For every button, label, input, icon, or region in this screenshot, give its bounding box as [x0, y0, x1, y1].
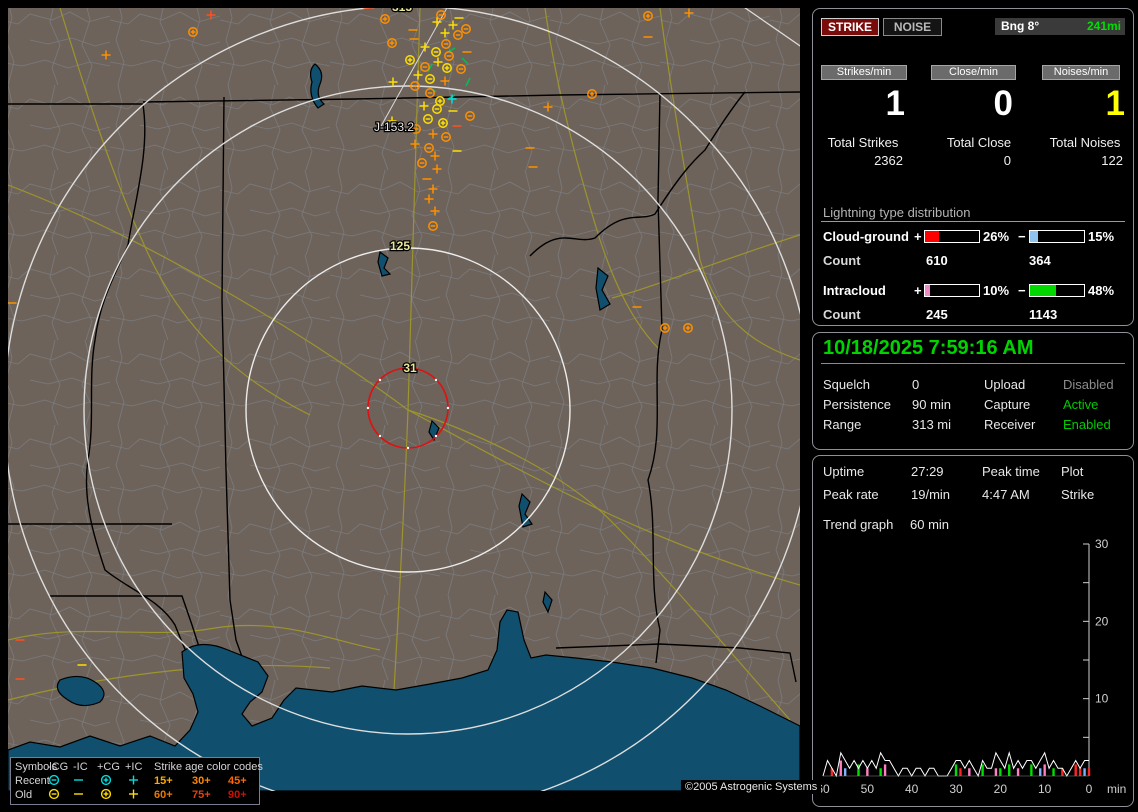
cg-positive-count: 610	[926, 253, 948, 268]
capture-status: Active	[1063, 397, 1099, 412]
squelch-value: 0	[912, 377, 920, 392]
cloud-ground-label: Cloud-ground	[823, 229, 909, 244]
legend-age-15: 15+	[154, 775, 173, 787]
svg-text:30: 30	[949, 782, 963, 796]
legend-age-90: 90+	[228, 789, 247, 801]
persistence-label: Persistence	[823, 397, 891, 412]
upload-status: Disabled	[1063, 377, 1114, 392]
ring-label-125: 125	[390, 239, 410, 253]
svg-text:30: 30	[1095, 537, 1109, 551]
trend-graph-label: Trend graph	[823, 517, 894, 532]
copyright-text: ©2005 Astrogenic Systems	[681, 780, 822, 794]
trend-graph: 30201060 50 40 30 20 10 0 min	[816, 537, 1126, 796]
legend-col-pos-ic: +IC	[125, 761, 143, 773]
legend-symbol-glyphs	[48, 774, 138, 800]
cg-positive-pct: 26%	[983, 229, 1010, 244]
legend-old-label: Old	[15, 789, 33, 801]
ic-positive-pct: 10%	[983, 283, 1010, 298]
squelch-label: Squelch	[823, 377, 870, 392]
ic-negative-pct: 48%	[1088, 283, 1115, 298]
ic-negative-bar	[1029, 284, 1085, 297]
ic-negative-count: 1143	[1029, 307, 1058, 322]
svg-text:20: 20	[994, 782, 1008, 796]
ring-label-313: 313	[392, 8, 412, 14]
total-noises-label: Total Noises	[1049, 135, 1121, 150]
stats-panel: STRIKE NOISE Bng 8° 241mi Strikes/min Cl…	[812, 8, 1134, 326]
receiver-status: Enabled	[1063, 417, 1111, 432]
minus-sign: −	[1018, 229, 1026, 244]
uptime-label: Uptime	[823, 464, 865, 479]
legend-col-neg-cg: -CG	[48, 761, 69, 773]
bearing-display: Bng 8° 241mi	[995, 18, 1125, 35]
minus-sign: −	[1018, 283, 1026, 298]
capture-label: Capture	[984, 397, 1031, 412]
legend-age-60: 60+	[154, 789, 173, 801]
strikes-per-min-label: Strikes/min	[821, 65, 907, 80]
legend-col-pos-cg: +CG	[97, 761, 120, 773]
svg-text:min: min	[1107, 782, 1126, 796]
peak-time-label: Peak time	[982, 464, 1040, 479]
legend-age-30: 30+	[192, 775, 211, 787]
receiver-label: Receiver	[984, 417, 1036, 432]
plus-sign: +	[914, 283, 922, 298]
total-close-label: Total Close	[946, 135, 1012, 150]
persistence-value: 90 min	[912, 397, 952, 412]
cg-negative-pct: 15%	[1088, 229, 1115, 244]
range-label: Range	[823, 417, 862, 432]
lightning-map: 313 125 31 J-153.2	[8, 8, 800, 791]
peak-rate-value: 19/min	[911, 487, 951, 502]
app-window: 313 125 31 J-153.2 Symbols -CG -IC +CG +…	[0, 0, 1138, 812]
total-close-value: 0	[1003, 153, 1011, 168]
total-noises-value: 122	[1101, 153, 1123, 168]
legend-age-75: 75+	[192, 789, 211, 801]
plot-label: Plot	[1061, 464, 1084, 479]
strikes-per-min-value: 1	[885, 84, 905, 123]
noise-toggle-button[interactable]: NOISE	[883, 18, 942, 36]
bearing-label: Bng 8°	[1001, 19, 1040, 33]
noises-per-min-value: 1	[1105, 84, 1125, 123]
map-legend: Symbols -CG -IC +CG +IC Strike age color…	[10, 757, 263, 805]
legend-age-45: 45+	[228, 775, 247, 787]
svg-text:10: 10	[1095, 692, 1109, 706]
cg-count-label: Count	[823, 253, 861, 268]
status-panel: 10/18/2025 7:59:16 AM Squelch 0 Upload D…	[812, 332, 1134, 450]
range-value: 313 mi	[912, 417, 952, 432]
strike-toggle-button[interactable]: STRIKE	[821, 18, 879, 36]
peak-rate-label: Peak rate	[823, 487, 879, 502]
trend-window-value: 60 min	[910, 517, 950, 532]
peak-time-value: 4:47 AM	[982, 487, 1030, 502]
uptime-value: 27:29	[911, 464, 944, 479]
close-per-min-value: 0	[993, 84, 1013, 123]
storm-cell-label: J-153.2	[374, 120, 414, 134]
svg-text:50: 50	[861, 782, 875, 796]
plot-type-value: Strike	[1061, 487, 1095, 502]
bearing-range: 241mi	[1086, 19, 1121, 33]
svg-text:20: 20	[1095, 614, 1109, 628]
legend-col-neg-ic: -IC	[73, 761, 88, 773]
legend-age-header: Strike age color codes	[154, 761, 263, 773]
close-per-min-label: Close/min	[931, 65, 1016, 80]
ic-positive-bar	[924, 284, 980, 297]
total-strikes-value: 2362	[874, 153, 903, 168]
intracloud-label: Intracloud	[823, 283, 886, 298]
ic-positive-count: 245	[926, 307, 948, 322]
cg-negative-bar	[1029, 230, 1085, 243]
trend-panel: Uptime 27:29 Peak time Plot Peak rate 19…	[812, 455, 1134, 807]
plus-sign: +	[914, 229, 922, 244]
total-strikes-label: Total Strikes	[827, 135, 899, 150]
cg-positive-bar	[924, 230, 980, 243]
svg-text:40: 40	[905, 782, 919, 796]
noises-per-min-label: Noises/min	[1042, 65, 1120, 80]
svg-text:0: 0	[1086, 782, 1093, 796]
svg-text:10: 10	[1038, 782, 1052, 796]
ic-count-label: Count	[823, 307, 861, 322]
cg-negative-count: 364	[1029, 253, 1051, 268]
ring-label-31: 31	[403, 361, 417, 375]
upload-label: Upload	[984, 377, 1026, 392]
